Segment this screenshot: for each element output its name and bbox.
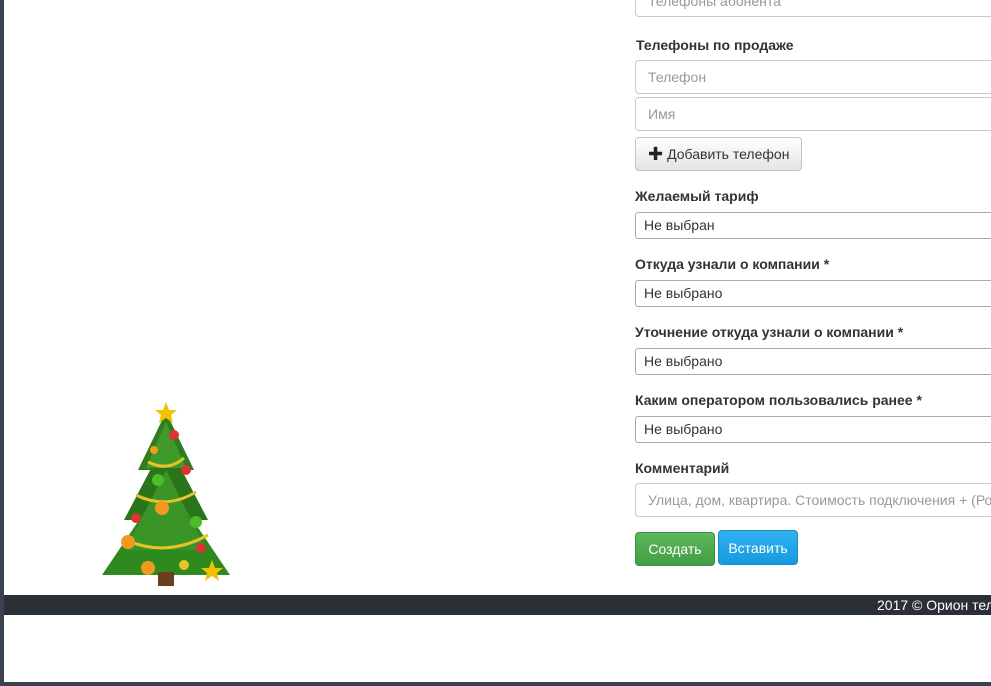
comment-textarea[interactable]: Улица, дом, квартира. Стоимость подключе… <box>635 483 991 517</box>
add-phone-button-label: Добавить телефон <box>667 146 790 162</box>
source-detail-select[interactable]: Не выбрано <box>635 348 991 375</box>
comment-label: Комментарий <box>635 460 730 476</box>
tariff-select[interactable]: Не выбран <box>635 212 991 239</box>
footer: 2017 © Орион тел <box>4 595 991 615</box>
add-phone-button[interactable]: ✚ Добавить телефон <box>635 137 802 171</box>
insert-button[interactable]: Вставить <box>718 530 798 565</box>
footer-copyright: 2017 © Орион тел <box>877 597 991 613</box>
prev-operator-label: Каким оператором пользовались ранее * <box>635 392 922 408</box>
source-select[interactable]: Не выбрано <box>635 280 991 307</box>
phone-input[interactable]: Телефон <box>635 60 991 94</box>
create-button[interactable]: Создать <box>635 532 715 566</box>
tariff-label: Желаемый тариф <box>635 188 759 204</box>
subscriber-phones-input[interactable]: Телефоны абонента <box>635 0 991 17</box>
source-detail-label: Уточнение откуда узнали о компании * <box>635 324 904 340</box>
plus-icon: ✚ <box>648 144 664 164</box>
christmas-tree-icon <box>102 402 230 586</box>
sales-phones-label: Телефоны по продаже <box>636 37 794 53</box>
source-label: Откуда узнали о компании * <box>635 256 830 272</box>
prev-operator-select[interactable]: Не выбрано <box>635 416 991 443</box>
name-input[interactable]: Имя <box>635 97 991 131</box>
